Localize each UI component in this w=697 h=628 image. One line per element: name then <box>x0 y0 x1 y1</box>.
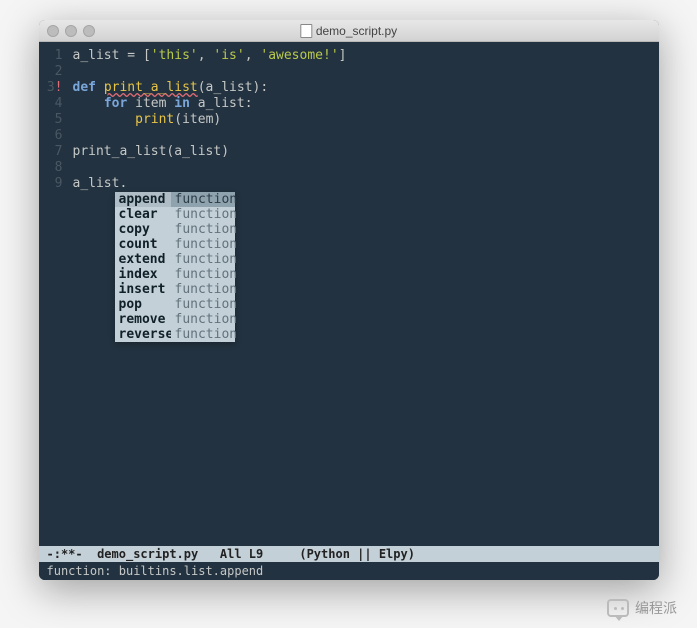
close-icon[interactable] <box>47 25 59 37</box>
code-line[interactable]: a_list = ['this', 'is', 'awesome!'] <box>73 48 347 64</box>
code-line[interactable] <box>73 128 347 144</box>
autocomplete-item[interactable]: indexfunction <box>115 267 235 282</box>
autocomplete-type: function <box>171 282 235 297</box>
autocomplete-type: function <box>171 252 235 267</box>
autocomplete-item[interactable]: popfunction <box>115 297 235 312</box>
code-line[interactable] <box>73 160 347 176</box>
line-number: 8 <box>39 160 63 176</box>
autocomplete-name: extend <box>115 252 171 267</box>
autocomplete-item[interactable]: copyfunction <box>115 222 235 237</box>
autocomplete-name: reverse <box>115 327 171 342</box>
code-editor[interactable]: 123!456789 a_list = ['this', 'is', 'awes… <box>39 42 659 546</box>
autocomplete-name: count <box>115 237 171 252</box>
autocomplete-item[interactable]: reversefunction <box>115 327 235 342</box>
gutter: 123!456789 <box>39 42 67 546</box>
line-number: 5 <box>39 112 63 128</box>
watermark-text: 编程派 <box>635 598 677 618</box>
titlebar[interactable]: demo_script.py <box>39 20 659 42</box>
window-title-text: demo_script.py <box>316 24 397 38</box>
autocomplete-item[interactable]: clearfunction <box>115 207 235 222</box>
code-line[interactable]: a_list. <box>73 176 347 192</box>
zoom-icon[interactable] <box>83 25 95 37</box>
autocomplete-item[interactable]: insertfunction <box>115 282 235 297</box>
autocomplete-item[interactable]: removefunction <box>115 312 235 327</box>
line-number: 3! <box>39 80 63 96</box>
window-title: demo_script.py <box>300 24 397 38</box>
autocomplete-name: append <box>115 192 171 207</box>
autocomplete-popup[interactable]: appendfunctionclearfunctioncopyfunctionc… <box>115 192 235 342</box>
code-line[interactable]: print(item) <box>73 112 347 128</box>
line-number: 9 <box>39 176 63 192</box>
autocomplete-type: function <box>171 192 235 207</box>
file-icon <box>300 24 312 38</box>
code-line[interactable]: def print_a_list(a_list): <box>73 80 347 96</box>
code-line[interactable]: for item in a_list: <box>73 96 347 112</box>
autocomplete-name: copy <box>115 222 171 237</box>
watermark: 编程派 <box>607 598 677 618</box>
autocomplete-name: clear <box>115 207 171 222</box>
code-line[interactable] <box>73 64 347 80</box>
autocomplete-name: insert <box>115 282 171 297</box>
autocomplete-item[interactable]: countfunction <box>115 237 235 252</box>
chat-icon <box>607 599 629 617</box>
minimize-icon[interactable] <box>65 25 77 37</box>
code-line[interactable]: print_a_list(a_list) <box>73 144 347 160</box>
autocomplete-type: function <box>171 327 235 342</box>
line-number: 7 <box>39 144 63 160</box>
line-number: 2 <box>39 64 63 80</box>
line-number: 4 <box>39 96 63 112</box>
autocomplete-type: function <box>171 312 235 327</box>
autocomplete-type: function <box>171 207 235 222</box>
autocomplete-type: function <box>171 222 235 237</box>
line-number: 1 <box>39 48 63 64</box>
autocomplete-name: index <box>115 267 171 282</box>
line-number: 6 <box>39 128 63 144</box>
autocomplete-item[interactable]: appendfunction <box>115 192 235 207</box>
minibuffer: function: builtins.list.append <box>39 562 659 580</box>
autocomplete-type: function <box>171 267 235 282</box>
autocomplete-item[interactable]: extendfunction <box>115 252 235 267</box>
autocomplete-type: function <box>171 237 235 252</box>
editor-window: demo_script.py 123!456789 a_list = ['thi… <box>39 20 659 580</box>
autocomplete-name: remove <box>115 312 171 327</box>
autocomplete-name: pop <box>115 297 171 312</box>
status-bar: -:**- demo_script.py All L9 (Python || E… <box>39 546 659 562</box>
traffic-lights <box>47 25 95 37</box>
autocomplete-type: function <box>171 297 235 312</box>
